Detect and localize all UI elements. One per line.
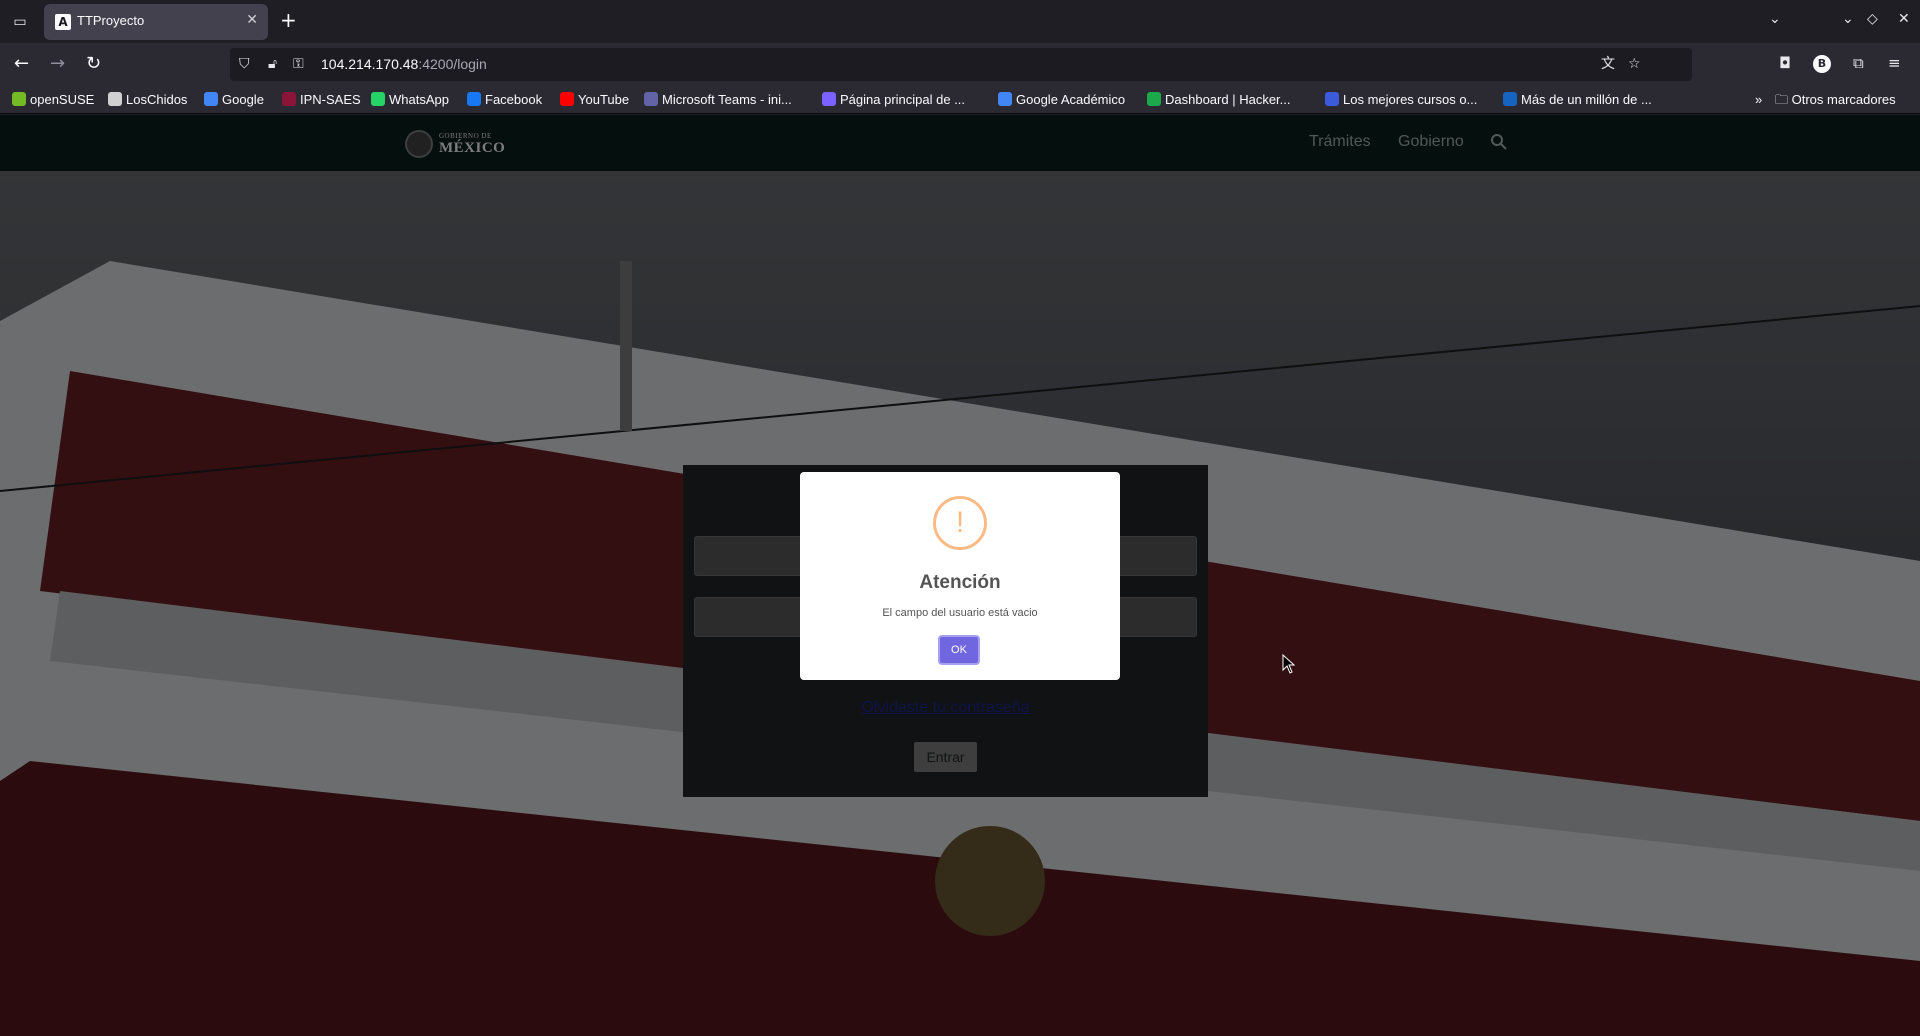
bookmark-label: Google [222,92,264,107]
bookmark-item[interactable]: Página principal de ... [822,91,965,109]
bookmark-label: Dashboard | Hacker... [1165,92,1291,107]
list-all-tabs-icon[interactable]: ⌄ [1769,11,1781,27]
bookmark-label: LosChidos [126,92,188,107]
url-text[interactable]: 104.214.170.48:4200/login [321,56,487,72]
alert-dialog: ! Atención El campo del usuario está vac… [800,472,1120,680]
close-window-icon[interactable]: ✕ [1898,11,1910,27]
active-tab[interactable]: A TTProyecto ✕ [44,4,268,40]
bookmark-item[interactable]: openSUSE [12,91,94,109]
bookmark-item[interactable]: YouTube [560,91,629,109]
warning-icon: ! [933,496,987,550]
bookmark-favicon-icon [108,92,122,106]
maximize-icon[interactable]: ◇ [1867,11,1878,27]
bookmark-label: Más de un millón de ... [1521,92,1652,107]
tab-bar: ▭ A TTProyecto ✕ + ⌄ ⌄ ◇ ✕ [0,0,1920,43]
bookmark-label: Microsoft Teams - ini... [662,92,792,107]
menu-icon[interactable]: ≡ [1888,54,1901,72]
bookmarks-overflow-icon[interactable]: » [1755,91,1762,109]
reload-icon[interactable]: ↻ [86,53,101,75]
bookmark-item[interactable]: Microsoft Teams - ini... [644,91,792,109]
bookmark-favicon-icon [560,92,574,106]
back-icon[interactable]: ← [14,53,29,75]
bookmark-item[interactable]: Más de un millón de ... [1503,91,1652,109]
bookmark-favicon-icon [1147,92,1161,106]
profile-avatar[interactable]: B [1813,55,1831,73]
web-page: GOBIERNO DE MÉXICO Trámites Gobierno Con… [0,115,1920,1036]
key-icon[interactable]: ⚿ [293,56,304,72]
bookmark-item[interactable]: IPN-SAES [282,91,361,109]
bookmark-item[interactable]: Dashboard | Hacker... [1147,91,1291,109]
bookmark-label: Google Académico [1016,92,1126,107]
tab-list-icon[interactable]: ▭ [8,11,32,33]
tab-favicon-icon: A [55,14,71,30]
bookmark-item[interactable]: Google [204,91,264,109]
pocket-icon[interactable]: ◘ [1779,54,1791,72]
bookmark-favicon-icon [467,92,481,106]
bookmark-item[interactable]: Los mejores cursos o... [1325,91,1477,109]
other-bookmarks[interactable]: 🗀 Otros marcadores [1775,91,1896,109]
tab-close-icon[interactable]: ✕ [246,12,258,28]
bookmark-favicon-icon [644,92,658,106]
bookmark-favicon-icon [822,92,836,106]
bookmark-label: openSUSE [30,92,95,107]
bookmark-label: WhatsApp [389,92,449,107]
translate-icon[interactable]: 文 [1601,56,1615,72]
ok-button[interactable]: OK [938,635,980,665]
new-tab-icon[interactable]: + [280,9,297,31]
bookmark-favicon-icon [371,92,385,106]
bookmark-favicon-icon [998,92,1012,106]
bookmark-item[interactable]: Google Académico [998,91,1125,109]
bookmark-star-icon[interactable]: ☆ [1628,56,1641,72]
bookmark-favicon-icon [204,92,218,106]
url-bar[interactable]: ⛉ 🔓︎ ⚿ 104.214.170.48:4200/login 文 ☆ [230,48,1692,81]
extensions-icon[interactable]: ⧉ [1853,54,1864,72]
bookmark-label: IPN-SAES [300,92,361,107]
lock-insecure-icon[interactable]: 🔓︎ [268,56,277,72]
bookmark-label: YouTube [578,92,630,107]
bookmark-item[interactable]: LosChidos [108,91,187,109]
bookmark-favicon-icon [1325,92,1339,106]
folder-icon: 🗀 [1775,92,1792,107]
forward-icon[interactable]: → [50,53,65,75]
minimize-icon[interactable]: ⌄ [1842,11,1854,27]
dialog-title: Atención [919,572,1001,593]
bookmarks-bar: » 🗀 Otros marcadores openSUSE LosChidos Go… [0,86,1920,114]
bookmark-item[interactable]: WhatsApp [371,91,449,109]
shield-icon[interactable]: ⛉ [239,56,250,72]
dialog-message: El campo del usuario está vacio [882,607,1038,619]
tab-title: TTProyecto [77,13,145,28]
bookmark-item[interactable]: Facebook [467,91,542,109]
bookmark-label: Los mejores cursos o... [1343,92,1478,107]
bookmark-label: Página principal de ... [840,92,966,107]
bookmark-label: Facebook [485,92,543,107]
bookmark-favicon-icon [1503,92,1517,106]
navigation-bar: ← → ↻ ⛉ 🔓︎ ⚿ 104.214.170.48:4200/login 文… [0,43,1920,86]
bookmark-favicon-icon [12,92,26,106]
mouse-cursor-icon [1282,654,1296,674]
bookmark-favicon-icon [282,92,296,106]
